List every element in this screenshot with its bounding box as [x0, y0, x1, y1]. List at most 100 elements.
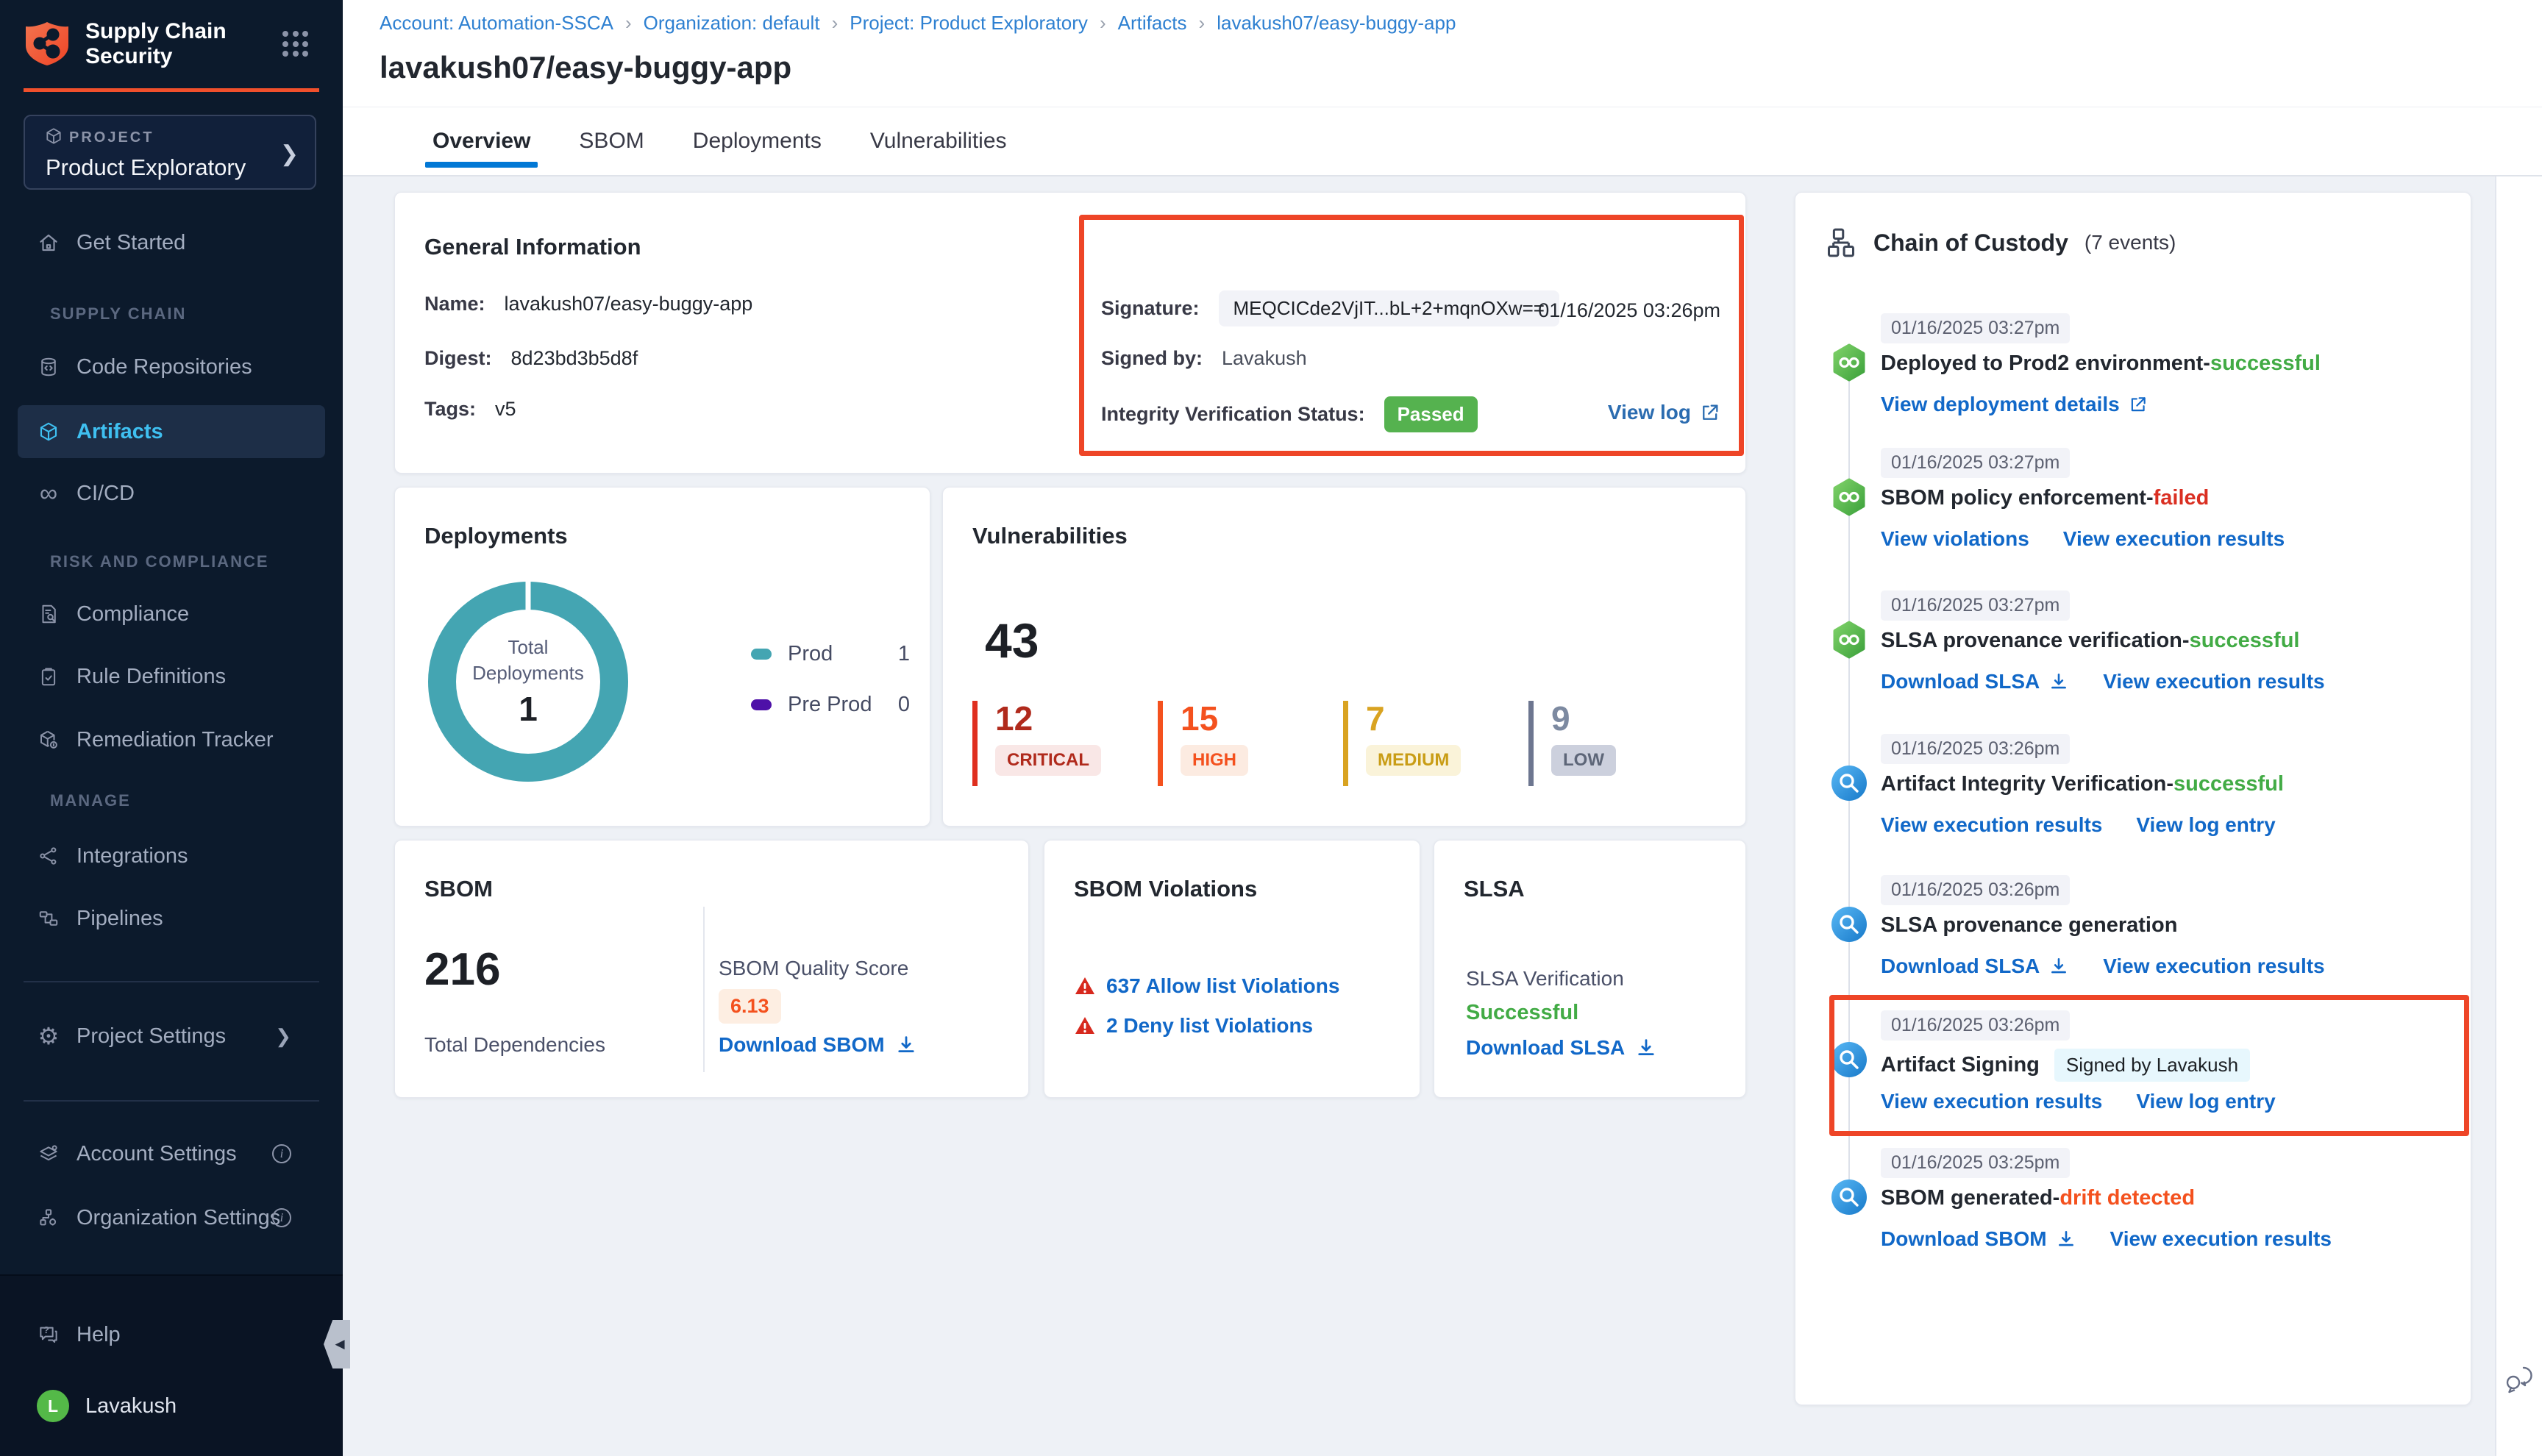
app-logo-shield-icon: [24, 21, 71, 66]
sidebar-item-organization-settings[interactable]: Organization Settings i: [18, 1197, 325, 1238]
sidebar-footer: ? Help L Lavakush: [0, 1274, 343, 1456]
view-execution-results-link[interactable]: View execution results: [1881, 813, 2102, 837]
chat-support-icon[interactable]: [2502, 1362, 2536, 1396]
tab-deployments[interactable]: Deployments: [691, 107, 823, 175]
card-title: Vulnerabilities: [972, 523, 1128, 549]
brand-divider: [24, 88, 319, 92]
sidebar-item-account-settings[interactable]: Account Settings i: [18, 1133, 325, 1174]
status-badge: Passed: [1384, 396, 1478, 432]
sidebar-item-integrations[interactable]: Integrations: [18, 835, 325, 877]
sbom-violations-card: SBOM Violations 637 Allow list Violation…: [1044, 840, 1420, 1098]
severity-medium: 7 MEDIUM: [1343, 701, 1461, 786]
panel-title: Chain of Custody: [1873, 229, 2068, 257]
info-icon: i: [272, 1144, 291, 1163]
custody-event-2: 01/16/2025 03:27pm SBOM policy enforceme…: [1881, 448, 2449, 573]
deny-list-violations-link[interactable]: 2 Deny list Violations: [1074, 1014, 1313, 1038]
breadcrumb-artifacts[interactable]: Artifacts: [1118, 12, 1187, 35]
breadcrumb-account[interactable]: Account: Automation-SSCA: [380, 12, 613, 35]
view-execution-results-link[interactable]: View execution results: [2110, 1227, 2332, 1251]
app-title: Supply Chain Security: [85, 19, 227, 69]
breadcrumb-organization[interactable]: Organization: default: [644, 12, 820, 35]
warning-icon: [1074, 1015, 1096, 1037]
view-deployment-details-link[interactable]: View deployment details: [1881, 393, 2148, 416]
name-label: Name:: [424, 293, 485, 315]
deployments-card: Deployments TotalDeployments 1 Prod 1 Pr…: [394, 487, 930, 827]
event-timestamp: 01/16/2025 03:26pm: [1881, 734, 2070, 764]
slsa-card: SLSA SLSA Verification Successful Downlo…: [1434, 840, 1746, 1098]
sidebar-item-label: Organization Settings: [76, 1206, 280, 1230]
breadcrumb-artifact-name[interactable]: lavakush07/easy-buggy-app: [1217, 12, 1456, 35]
card-title: General Information: [424, 234, 641, 260]
signed-by-value: Lavakush: [1222, 347, 1307, 370]
prod-dot-icon: [751, 649, 772, 660]
vulnerabilities-card: Vulnerabilities 43 12 CRITICAL 15 HIGH 7…: [942, 487, 1746, 827]
severity-badge: LOW: [1551, 745, 1616, 776]
sidebar-item-remediation-tracker[interactable]: Remediation Tracker: [18, 719, 325, 760]
custody-event-1: 01/16/2025 03:27pm Deployed to Prod2 env…: [1881, 313, 2449, 438]
breadcrumb-separator-icon: ›: [1100, 12, 1106, 35]
sidebar-item-rule-definitions[interactable]: Rule Definitions: [18, 656, 325, 697]
tab-sbom[interactable]: SBOM: [577, 107, 645, 175]
download-slsa-link[interactable]: Download SLSA: [1466, 1036, 1657, 1060]
severity-count: 9: [1551, 701, 1616, 736]
home-icon: [37, 231, 60, 254]
signature-row: Signature: MEQCICde2VjIT...bL+2+mqnOXw==: [1101, 290, 1559, 326]
view-violations-link[interactable]: View violations: [1881, 527, 2029, 551]
sidebar-item-artifacts[interactable]: Artifacts: [18, 405, 325, 458]
signature-timestamp: 01/16/2025 03:26pm: [1538, 299, 1720, 322]
sidebar-divider: [24, 1100, 319, 1102]
severity-count: 7: [1366, 701, 1461, 736]
download-sbom-link[interactable]: Download SBOM: [1881, 1227, 2076, 1251]
tab-overview[interactable]: Overview: [431, 107, 532, 175]
view-execution-results-link[interactable]: View execution results: [2063, 527, 2285, 551]
event-title: Artifact Integrity Verification - succes…: [1881, 772, 2284, 796]
sidebar-item-label: Artifacts: [76, 420, 163, 444]
tags-value: v5: [495, 398, 516, 421]
sidebar-item-project-settings[interactable]: ⚙ Project Settings ❯: [18, 1016, 325, 1057]
view-execution-results-link[interactable]: View execution results: [2103, 670, 2324, 693]
view-log-entry-link[interactable]: View log entry: [2136, 813, 2275, 837]
sidebar-item-cicd[interactable]: ∞ CI/CD: [18, 473, 325, 514]
download-slsa-link[interactable]: Download SLSA: [1881, 954, 2069, 978]
view-log-entry-link[interactable]: View log entry: [2136, 1090, 2275, 1113]
sidebar-item-label: Help: [76, 1323, 121, 1347]
sidebar-item-pipelines[interactable]: Pipelines: [18, 898, 325, 939]
sidebar-item-label: Remediation Tracker: [76, 728, 274, 752]
view-execution-results-link[interactable]: View execution results: [2103, 954, 2324, 978]
view-execution-results-link[interactable]: View execution results: [1881, 1090, 2102, 1113]
page-title: lavakush07/easy-buggy-app: [380, 50, 791, 85]
breadcrumb-separator-icon: ›: [832, 12, 839, 35]
avatar: L: [37, 1390, 69, 1422]
question-mark: ?: [43, 1324, 49, 1335]
app-switcher-icon[interactable]: [282, 31, 309, 57]
tab-vulnerabilities[interactable]: Vulnerabilities: [869, 107, 1008, 175]
sbom-total-dependencies-value: 216: [424, 943, 500, 996]
event-title: Deployed to Prod2 environment - successf…: [1881, 351, 2321, 376]
sbom-card: SBOM 216 Total Dependencies SBOM Quality…: [394, 840, 1029, 1098]
card-title: SLSA: [1464, 876, 1525, 902]
download-slsa-link[interactable]: Download SLSA: [1881, 670, 2069, 693]
project-selector[interactable]: PROJECT Product Exploratory ❯: [24, 115, 316, 190]
scan-event-icon: [1830, 1041, 1868, 1079]
sidebar-item-compliance[interactable]: Compliance: [18, 593, 325, 635]
legend-value: 1: [898, 642, 910, 666]
digest-label: Digest:: [424, 347, 492, 370]
download-icon: [2048, 956, 2069, 977]
project-cube-icon: [44, 126, 63, 146]
allow-list-violations-link[interactable]: 637 Allow list Violations: [1074, 974, 1339, 998]
sidebar-item-get-started[interactable]: Get Started: [18, 222, 325, 263]
right-side-strip: [2495, 176, 2542, 1456]
severity-high: 15 HIGH: [1158, 701, 1248, 786]
breadcrumb-project[interactable]: Project: Product Exploratory: [850, 12, 1088, 35]
severity-count: 12: [995, 701, 1101, 736]
user-menu[interactable]: L Lavakush: [18, 1385, 325, 1427]
slsa-status: Successful: [1466, 1001, 1578, 1025]
sidebar-item-help[interactable]: ? Help: [18, 1314, 325, 1355]
sidebar-item-label: Pipelines: [76, 907, 163, 931]
sidebar-item-code-repositories[interactable]: Code Repositories: [18, 346, 325, 388]
view-log-link[interactable]: View log: [1608, 401, 1720, 424]
scan-event-icon: [1830, 764, 1868, 802]
download-sbom-link[interactable]: Download SBOM: [719, 1033, 917, 1057]
code-repository-icon: [37, 355, 60, 379]
legend-item-prod: Prod 1: [751, 639, 910, 668]
